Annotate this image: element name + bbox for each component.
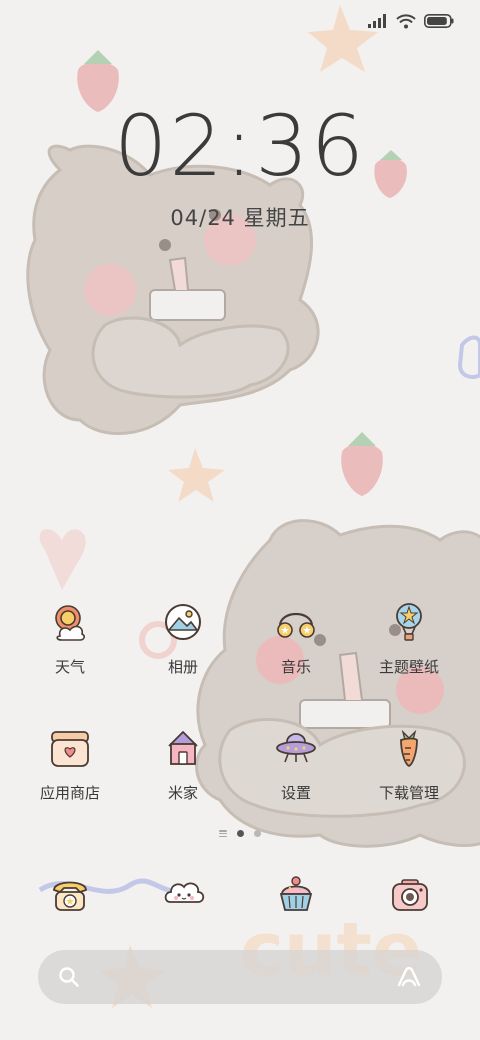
status-bar (368, 8, 454, 34)
messages-icon (164, 882, 205, 903)
app-label: 天气 (54, 658, 85, 676)
gallery-icon (161, 600, 205, 644)
app-gallery[interactable]: 相册 (128, 600, 238, 690)
assistant-icon[interactable] (396, 966, 422, 988)
lock-clock: 02:36 (113, 97, 367, 195)
app-label: 设置 (280, 784, 311, 802)
dock-camera[interactable] (388, 872, 432, 916)
lock-date: 04/24 星期五 (170, 206, 310, 230)
app-themes[interactable]: 主题壁纸 (354, 600, 464, 690)
search-bar[interactable] (38, 950, 442, 1004)
browser-icon (279, 876, 313, 911)
themes-icon (387, 600, 431, 644)
app-label: 相册 (167, 658, 198, 676)
camera-icon (392, 879, 428, 911)
app-store-icon (48, 726, 92, 770)
downloads-icon (387, 726, 431, 770)
app-store[interactable]: 应用商店 (15, 726, 125, 816)
app-label: 下载管理 (378, 784, 439, 802)
app-settings[interactable]: 设置 (241, 726, 351, 816)
heart-decoration (39, 529, 86, 590)
app-label: 应用商店 (39, 784, 100, 802)
app-label: 米家 (167, 784, 198, 802)
app-music[interactable]: 音乐 (241, 600, 351, 690)
app-label: 音乐 (280, 658, 311, 676)
wifi-icon (396, 13, 416, 28)
page-indicator[interactable] (0, 830, 480, 837)
search-icon[interactable] (58, 966, 80, 988)
minus-one-screen-indicator[interactable] (219, 830, 227, 837)
phone-icon (53, 881, 87, 911)
app-downloads[interactable]: 下载管理 (354, 726, 464, 816)
signal-bars-icon (368, 14, 386, 28)
settings-icon (274, 726, 318, 770)
dock-phone[interactable] (48, 872, 92, 916)
battery-icon (424, 14, 454, 28)
dock-messages[interactable] (162, 872, 206, 916)
page-dot-active[interactable] (237, 830, 244, 837)
app-weather[interactable]: 天气 (15, 600, 125, 690)
dock-browser[interactable] (274, 872, 318, 916)
mi-home-icon (161, 726, 205, 770)
music-icon (274, 600, 318, 644)
app-mi-home[interactable]: 米家 (128, 726, 238, 816)
weather-icon (48, 600, 92, 644)
page-dot[interactable] (254, 830, 261, 837)
app-label: 主题壁纸 (378, 658, 439, 676)
